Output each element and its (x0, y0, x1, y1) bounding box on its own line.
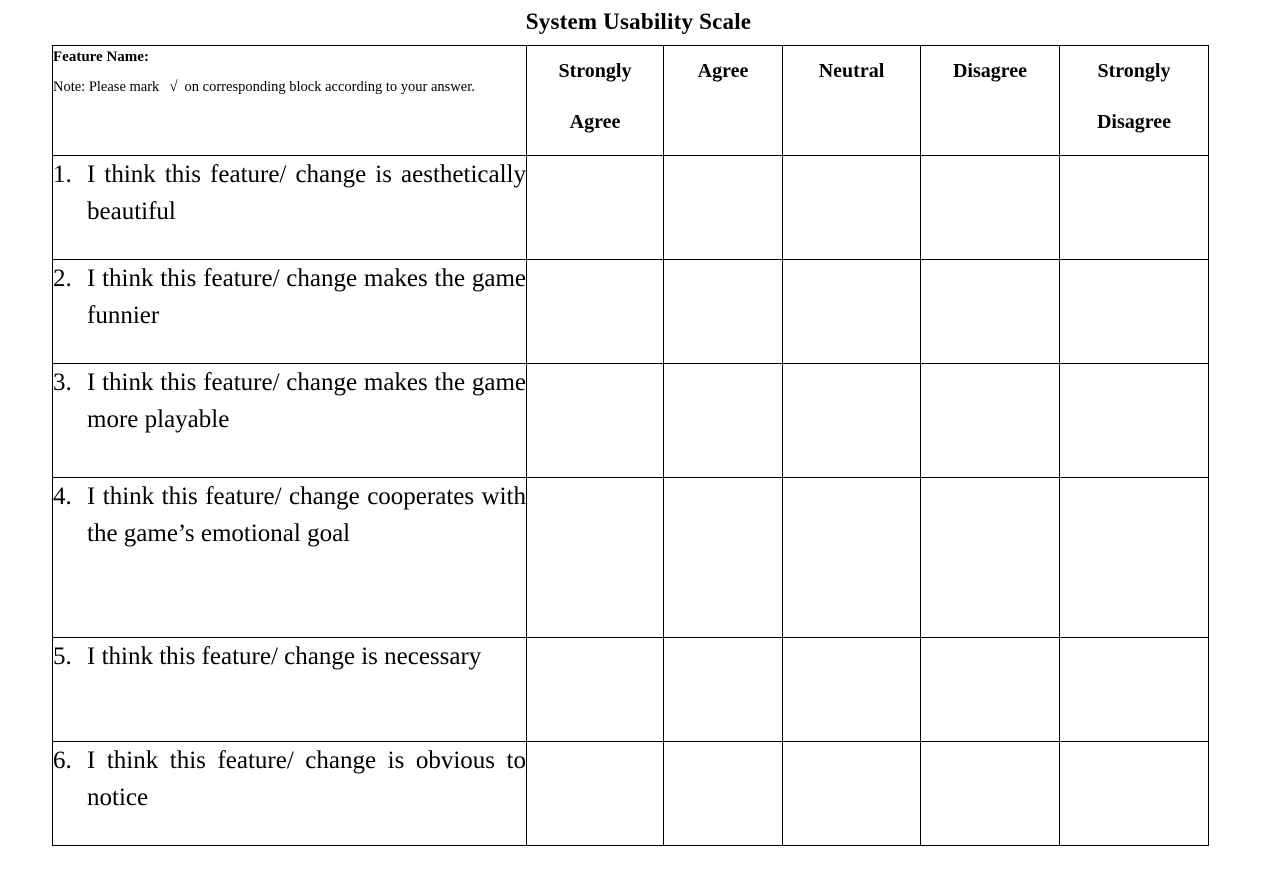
answer-cell-neutral[interactable] (782, 477, 921, 638)
answer-cell-disagree[interactable] (920, 741, 1060, 846)
answer-cell-neutral[interactable] (782, 155, 921, 260)
table-row: 1. I think this feature/ change is aesth… (52, 155, 1209, 260)
header-line-2: Disagree (1096, 111, 1172, 133)
statement-text: I think this feature/ change is necessar… (87, 643, 482, 670)
answer-cell-strongly-disagree[interactable] (1059, 741, 1209, 846)
answer-cell-neutral[interactable] (782, 363, 921, 478)
answer-cell-strongly-disagree[interactable] (1059, 155, 1209, 260)
answer-cell-disagree[interactable] (920, 155, 1060, 260)
answer-cell-strongly-disagree[interactable] (1059, 259, 1209, 364)
header-line-1: Strongly (558, 60, 632, 82)
answer-cell-agree[interactable] (663, 637, 783, 742)
answer-cell-disagree[interactable] (920, 477, 1060, 638)
answer-cell-strongly-disagree[interactable] (1059, 637, 1209, 742)
statement-number: 3. (53, 369, 72, 396)
header-line-2: Agree (569, 111, 621, 133)
answer-cell-strongly-disagree[interactable] (1059, 477, 1209, 638)
answer-cell-agree[interactable] (663, 363, 783, 478)
answer-cell-disagree[interactable] (920, 259, 1060, 364)
note-prefix-text: Note: Please mark (53, 78, 160, 95)
statement-cell: 2. I think this feature/ change makes th… (52, 259, 527, 364)
answer-cell-strongly-agree[interactable] (526, 363, 664, 478)
statement-number: 6. (53, 747, 72, 774)
answer-cell-disagree[interactable] (920, 637, 1060, 742)
statement-text: I think this feature/ change makes the g… (87, 369, 526, 433)
column-header-strongly-agree: Strongly Agree (526, 45, 664, 156)
header-line-1: Strongly (1097, 60, 1171, 82)
answer-cell-neutral[interactable] (782, 637, 921, 742)
page-title: System Usability Scale (525, 9, 752, 34)
statement-number: 4. (53, 483, 72, 510)
note-suffix-text: on corresponding block according to your… (184, 78, 475, 95)
answer-cell-strongly-disagree[interactable] (1059, 363, 1209, 478)
table-row: 2. I think this feature/ change makes th… (52, 259, 1209, 364)
answer-cell-disagree[interactable] (920, 363, 1060, 478)
answer-cell-strongly-agree[interactable] (526, 155, 664, 260)
statement-cell: 3. I think this feature/ change makes th… (52, 363, 527, 478)
answer-cell-strongly-agree[interactable] (526, 637, 664, 742)
answer-cell-agree[interactable] (663, 259, 783, 364)
statement-number: 5. (53, 643, 72, 670)
column-header-neutral: Neutral (782, 45, 921, 156)
check-mark-icon: √ (169, 78, 178, 95)
table-row: 6. I think this feature/ change is obvio… (52, 741, 1209, 846)
instruction-note: Note: Please mark √ on corresponding block… (53, 72, 526, 102)
statement-number: 1. (53, 161, 72, 188)
table-row: 5. I think this feature/ change is neces… (52, 637, 1209, 742)
statement-text: I think this feature/ change cooperates … (87, 483, 526, 547)
statement-number: 2. (53, 265, 72, 292)
statement-text: I think this feature/ change is aestheti… (87, 161, 526, 225)
feature-name-label: Feature Name: (53, 49, 149, 65)
table-row: 3. I think this feature/ change makes th… (52, 363, 1209, 478)
statement-cell: 6. I think this feature/ change is obvio… (52, 741, 527, 846)
answer-cell-neutral[interactable] (782, 259, 921, 364)
header-line-1: Disagree (952, 60, 1028, 82)
answer-cell-strongly-agree[interactable] (526, 477, 664, 638)
answer-cell-agree[interactable] (663, 155, 783, 260)
header-line-1: Agree (697, 60, 749, 82)
header-line-1: Neutral (818, 60, 885, 82)
table-header-row: Feature Name: Note: Please mark √ on corre… (52, 45, 1209, 156)
answer-cell-neutral[interactable] (782, 741, 921, 846)
answer-cell-strongly-agree[interactable] (526, 741, 664, 846)
column-header-agree: Agree (663, 45, 783, 156)
column-header-disagree: Disagree (920, 45, 1060, 156)
table-row: 4. I think this feature/ change cooperat… (52, 477, 1209, 638)
statement-cell: 1. I think this feature/ change is aesth… (52, 155, 527, 260)
feature-name-header-cell: Feature Name: Note: Please mark √ on corre… (52, 45, 527, 156)
answer-cell-agree[interactable] (663, 477, 783, 638)
answer-cell-agree[interactable] (663, 741, 783, 846)
statement-text: I think this feature/ change is obvious … (87, 747, 526, 811)
statement-cell: 4. I think this feature/ change cooperat… (52, 477, 527, 638)
statement-text: I think this feature/ change makes the g… (87, 265, 526, 329)
column-header-strongly-disagree: Strongly Disagree (1059, 45, 1209, 156)
survey-page: System Usability Scale Feature Name: Not… (0, 0, 1277, 880)
statement-cell: 5. I think this feature/ change is neces… (52, 637, 527, 742)
system-usability-scale-table: Feature Name: Note: Please mark √ on corre… (52, 45, 1209, 846)
answer-cell-strongly-agree[interactable] (526, 259, 664, 364)
